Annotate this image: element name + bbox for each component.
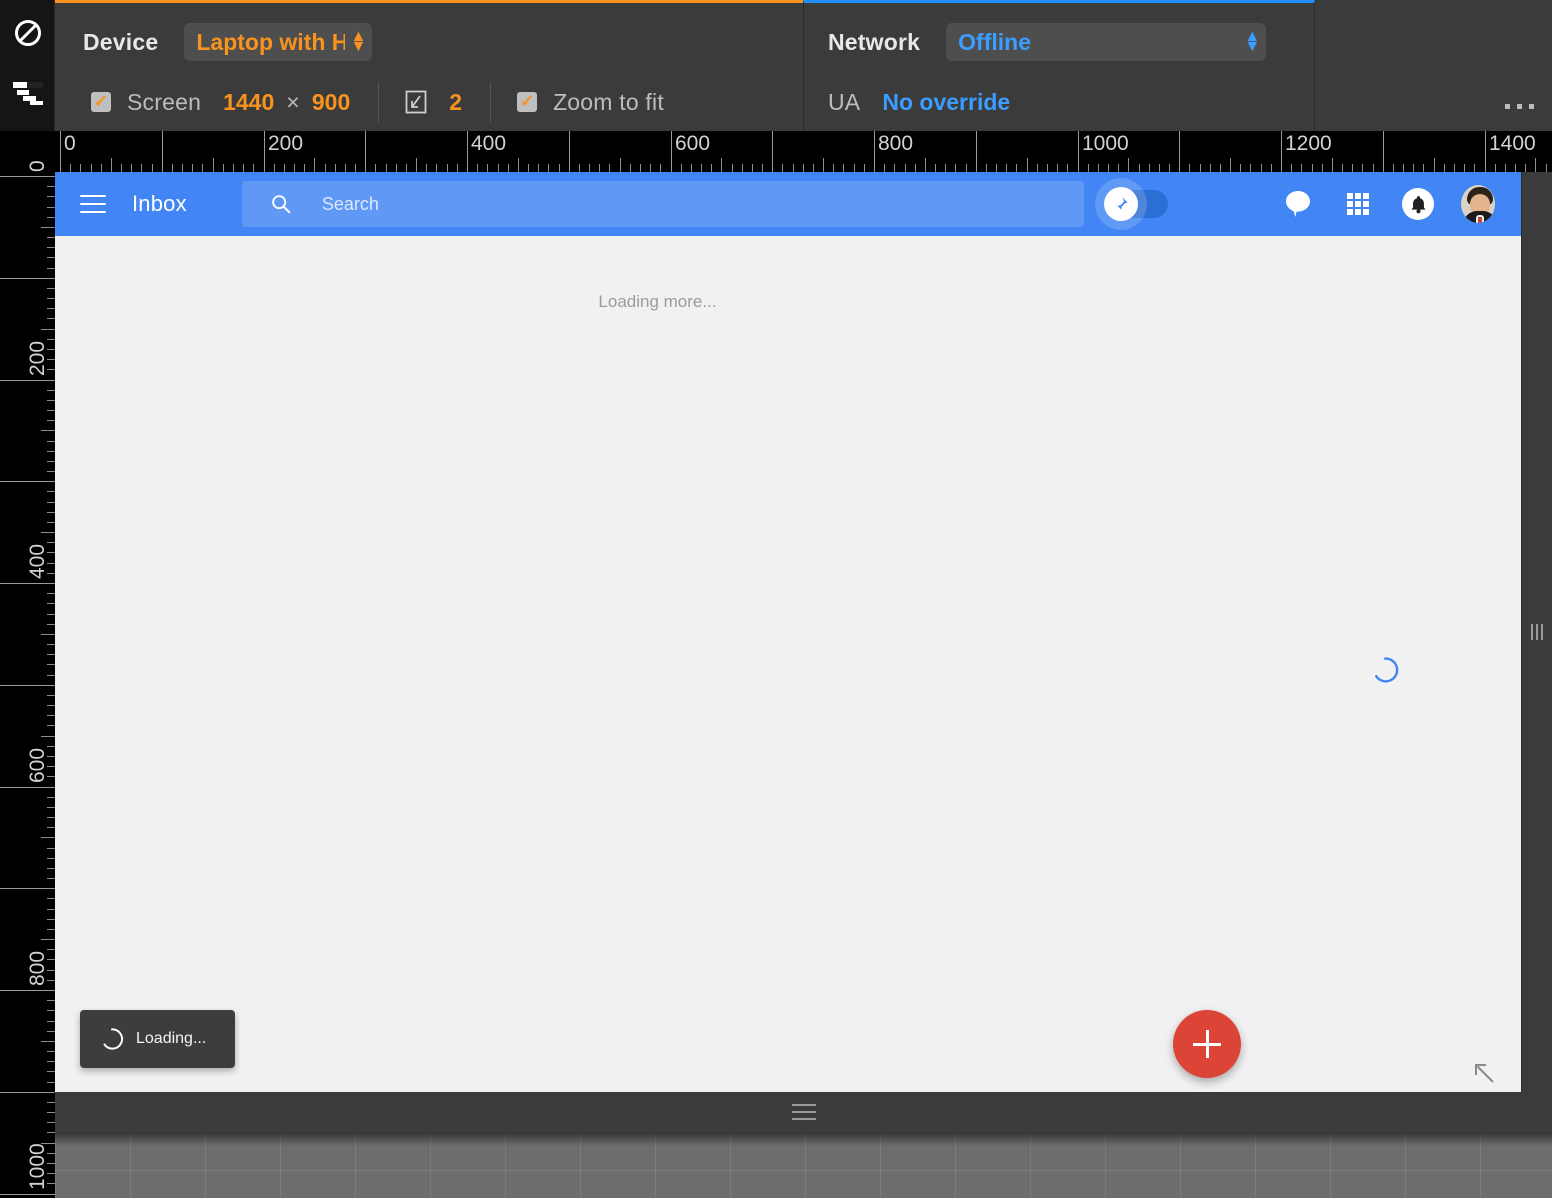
screen-label: Screen (127, 88, 202, 115)
zoom-to-fit-label: Zoom to fit (553, 88, 664, 115)
network-settings-panel: Network Offline ▲ ▼ UA No override (803, 0, 1315, 131)
pin-icon (1103, 187, 1138, 221)
dimension-separator: × (286, 88, 300, 115)
speech-bubble-icon[interactable] (1281, 187, 1315, 221)
horizontal-ruler[interactable]: 0 200 400 600 800 1000 1200 1400 (0, 131, 1552, 172)
search-icon (270, 193, 292, 215)
device-viewport[interactable]: Inbox Search Loading more... Loading... (55, 172, 1521, 1092)
block-icon[interactable] (0, 8, 55, 58)
pin-toggle[interactable] (1103, 187, 1168, 221)
network-throttling-select[interactable]: Offline ▲ ▼ (946, 23, 1267, 61)
network-select-value: Offline (958, 28, 1031, 55)
app-header-bar: Inbox Search (55, 172, 1521, 236)
ruler-label: 1200 (1285, 132, 1332, 155)
checkmark-icon: ✓ (519, 92, 535, 111)
chevron-updown-icon: ▲ ▼ (1244, 28, 1261, 55)
devtools-device-mode-screen: Device Laptop with HiDPI s ▲▼ ✓ Screen 1… (0, 0, 1552, 1198)
chevron-updown-icon: ▲ ▼ (350, 28, 367, 55)
ruler-label: 800 (26, 950, 49, 986)
resize-handle-horizontal-icon (791, 1104, 816, 1120)
vertical-ruler[interactable]: 0 200 400 600 800 1000 (0, 131, 55, 1198)
ruler-label: 1400 (1489, 132, 1536, 155)
ruler-label: 400 (471, 132, 507, 155)
device-pixel-ratio-icon (405, 90, 427, 114)
network-label: Network (828, 28, 921, 55)
apps-grid-icon[interactable] (1341, 187, 1375, 221)
device-select[interactable]: Laptop with HiDPI s ▲▼ (184, 23, 373, 61)
dpr-input[interactable]: 2 (449, 89, 462, 116)
header-actions (1281, 185, 1521, 223)
ruler-label: 1000 (26, 1143, 49, 1190)
loading-toast: Loading... (80, 1010, 235, 1068)
ruler-label: 0 (64, 132, 76, 155)
ruler-label: 600 (26, 747, 49, 783)
notifications-bell-icon[interactable] (1401, 187, 1435, 221)
loading-spinner-icon (1371, 656, 1399, 684)
device-label: Device (83, 28, 159, 55)
screen-checkbox[interactable]: ✓ (91, 92, 111, 112)
user-agent-label: UA (828, 88, 861, 115)
ruler-label: 800 (878, 132, 914, 155)
checkmark-icon: ✓ (93, 92, 109, 111)
user-agent-select[interactable]: No override (882, 89, 1010, 116)
device-select-value: Laptop with HiDPI s (196, 28, 345, 55)
ruler-label: 0 (26, 160, 49, 172)
ruler-label: 600 (675, 132, 711, 155)
viewport-resize-handle-bottom[interactable] (55, 1092, 1552, 1132)
network-throttle-icon[interactable] (0, 68, 55, 118)
resize-corner-arrow-icon[interactable] (1473, 1062, 1495, 1084)
ruler-label: 1000 (1082, 132, 1129, 155)
zoom-to-fit-checkbox[interactable]: ✓ (517, 92, 538, 112)
resize-handle-vertical-icon (1531, 624, 1543, 640)
ruler-label: 200 (268, 132, 304, 155)
compose-fab-button[interactable] (1173, 1010, 1241, 1078)
screen-width-input[interactable]: 1440 (223, 89, 274, 116)
ruler-label: 200 (26, 340, 49, 376)
loading-spinner-icon (100, 1027, 124, 1051)
avatar[interactable] (1461, 185, 1495, 223)
toolbar-left-rail (0, 0, 55, 131)
device-mode-toolbar: Device Laptop with HiDPI s ▲▼ ✓ Screen 1… (0, 0, 1552, 131)
hamburger-menu-icon[interactable] (80, 195, 106, 213)
search-input[interactable]: Search (241, 181, 1084, 227)
viewport-resize-handle-right[interactable] (1522, 172, 1552, 1092)
loading-more-text: Loading more... (598, 292, 717, 311)
page-title: Inbox (132, 191, 187, 216)
more-options-icon[interactable] (1505, 104, 1534, 109)
toast-text: Loading... (136, 1030, 207, 1047)
search-placeholder: Search (321, 193, 379, 214)
ruler-label: 400 (26, 543, 49, 579)
toolbar-overflow-panel (1315, 0, 1552, 131)
canvas-grid-shadow (55, 1132, 1552, 1146)
screen-height-input[interactable]: 900 (312, 89, 350, 116)
device-settings-panel: Device Laptop with HiDPI s ▲▼ ✓ Screen 1… (55, 0, 803, 131)
